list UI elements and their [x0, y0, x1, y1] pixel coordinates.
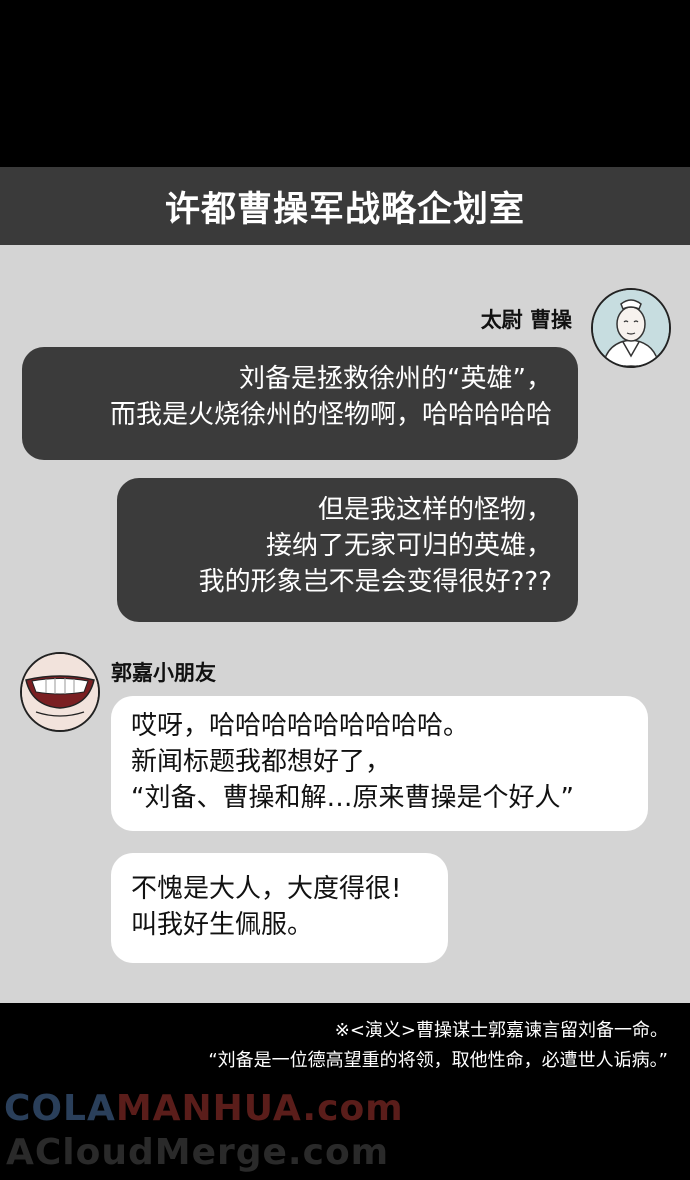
- chat-title: 许都曹操军战略企划室: [164, 189, 525, 230]
- watermark-part: MANHUA.com: [115, 1088, 404, 1129]
- footnote: ※<演义>曹操谋士郭嘉谏言留刘备一命。 “刘备是一位德高望重的将领，取他性命，必…: [208, 1016, 668, 1076]
- top-black-panel: [0, 0, 690, 167]
- watermark-part: COLA: [4, 1088, 116, 1129]
- message-line: 新闻标题我都想好了，: [131, 747, 392, 777]
- smiling-mouth-icon: [20, 652, 100, 732]
- message-line: 刘备是拯救徐州的“英雄”，: [239, 364, 552, 394]
- message-line: 叫我好生佩服。: [131, 910, 314, 940]
- chat-title-bar: 许都曹操军战略企划室: [0, 167, 690, 245]
- message-line: 不愧是大人，大度得很!: [131, 874, 402, 904]
- message-line: 我的形象岂不是会变得很好???: [198, 567, 552, 597]
- message-bubble-caocao-2: 但是我这样的怪物， 接纳了无家可归的英雄， 我的形象岂不是会变得很好???: [117, 478, 578, 622]
- message-bubble-caocao-1: 刘备是拯救徐州的“英雄”， 而我是火烧徐州的怪物啊，哈哈哈哈哈: [22, 347, 578, 460]
- message-line: “刘备、曹操和解…原来曹操是个好人”: [131, 783, 574, 813]
- caocao-portrait-icon: [591, 288, 671, 368]
- message-line: 但是我这样的怪物，: [317, 495, 552, 525]
- watermark-site-2: ACloudMerge.com: [6, 1132, 390, 1173]
- footnote-line: “刘备是一位德高望重的将领，取他性命，必遭世人诟病。”: [208, 1050, 668, 1071]
- sender-name-caocao: 太尉 曹操: [480, 308, 572, 332]
- message-line: 而我是火烧徐州的怪物啊，哈哈哈哈哈: [109, 400, 552, 430]
- message-line: 哎呀，哈哈哈哈哈哈哈哈哈。: [131, 711, 470, 741]
- message-bubble-guojia-1: 哎呀，哈哈哈哈哈哈哈哈哈。 新闻标题我都想好了， “刘备、曹操和解…原来曹操是个…: [111, 696, 648, 831]
- watermark-site: COLAMANHUA.com: [4, 1088, 404, 1129]
- sender-name-guojia: 郭嘉小朋友: [111, 661, 216, 685]
- footnote-line: ※<演义>曹操谋士郭嘉谏言留刘备一命。: [334, 1020, 668, 1041]
- message-line: 接纳了无家可归的英雄，: [265, 531, 552, 561]
- message-bubble-guojia-2: 不愧是大人，大度得很! 叫我好生佩服。: [111, 853, 448, 963]
